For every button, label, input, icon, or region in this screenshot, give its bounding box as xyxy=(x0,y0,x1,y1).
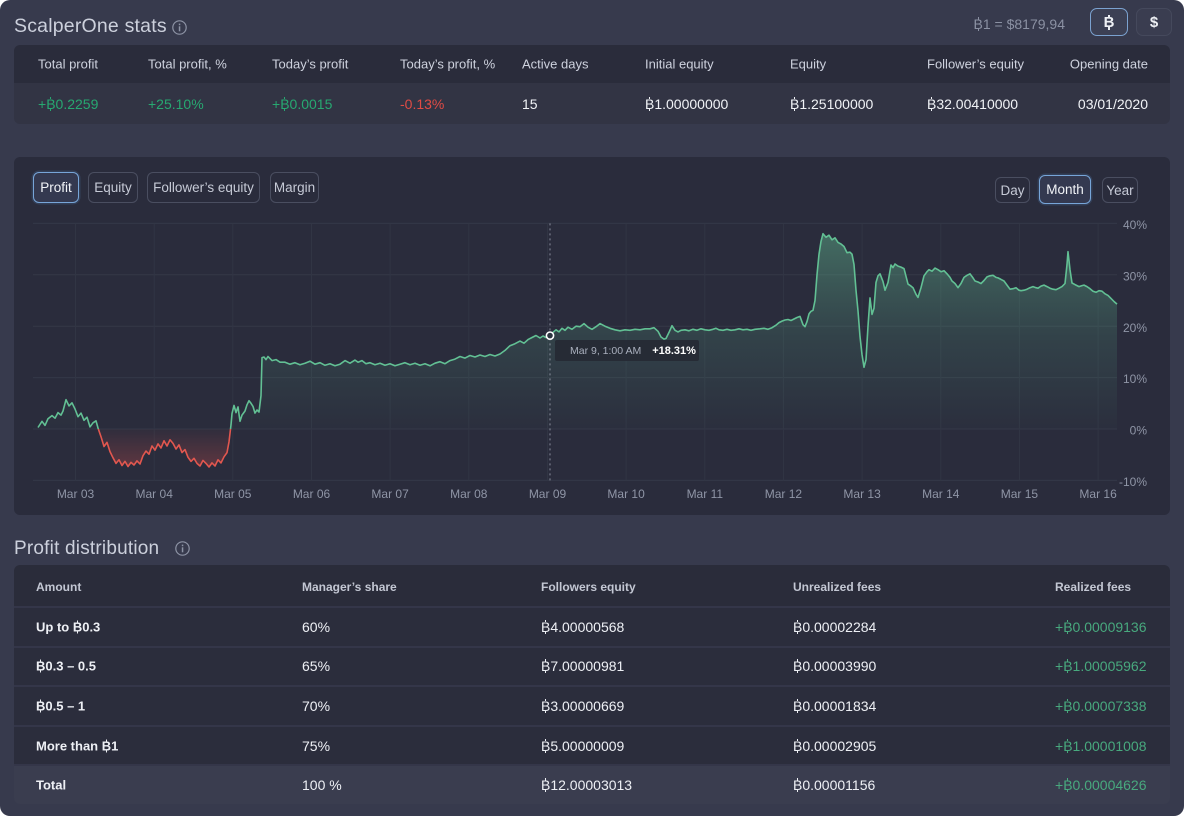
svg-text:Mar 14: Mar 14 xyxy=(922,487,960,501)
svg-text:Mar 05: Mar 05 xyxy=(214,487,252,501)
svg-text:30%: 30% xyxy=(1123,269,1147,283)
svg-text:Mar 11: Mar 11 xyxy=(687,487,724,501)
svg-text:-10%: -10% xyxy=(1119,475,1147,489)
svg-text:Mar 15: Mar 15 xyxy=(1001,487,1039,501)
svg-text:Mar 06: Mar 06 xyxy=(293,487,331,501)
svg-text:0%: 0% xyxy=(1130,424,1148,438)
svg-text:40%: 40% xyxy=(1123,218,1147,232)
svg-text:Mar 03: Mar 03 xyxy=(57,487,95,501)
svg-text:Mar 10: Mar 10 xyxy=(607,487,645,501)
svg-text:Mar 16: Mar 16 xyxy=(1079,487,1117,501)
svg-text:Mar 08: Mar 08 xyxy=(450,487,488,501)
svg-text:Mar 07: Mar 07 xyxy=(371,487,409,501)
svg-text:Mar 12: Mar 12 xyxy=(765,487,803,501)
svg-text:20%: 20% xyxy=(1123,321,1147,335)
svg-text:Mar 04: Mar 04 xyxy=(136,487,174,501)
svg-text:10%: 10% xyxy=(1123,372,1147,386)
svg-text:Mar 13: Mar 13 xyxy=(843,487,881,501)
svg-text:Mar 09: Mar 09 xyxy=(529,487,567,501)
